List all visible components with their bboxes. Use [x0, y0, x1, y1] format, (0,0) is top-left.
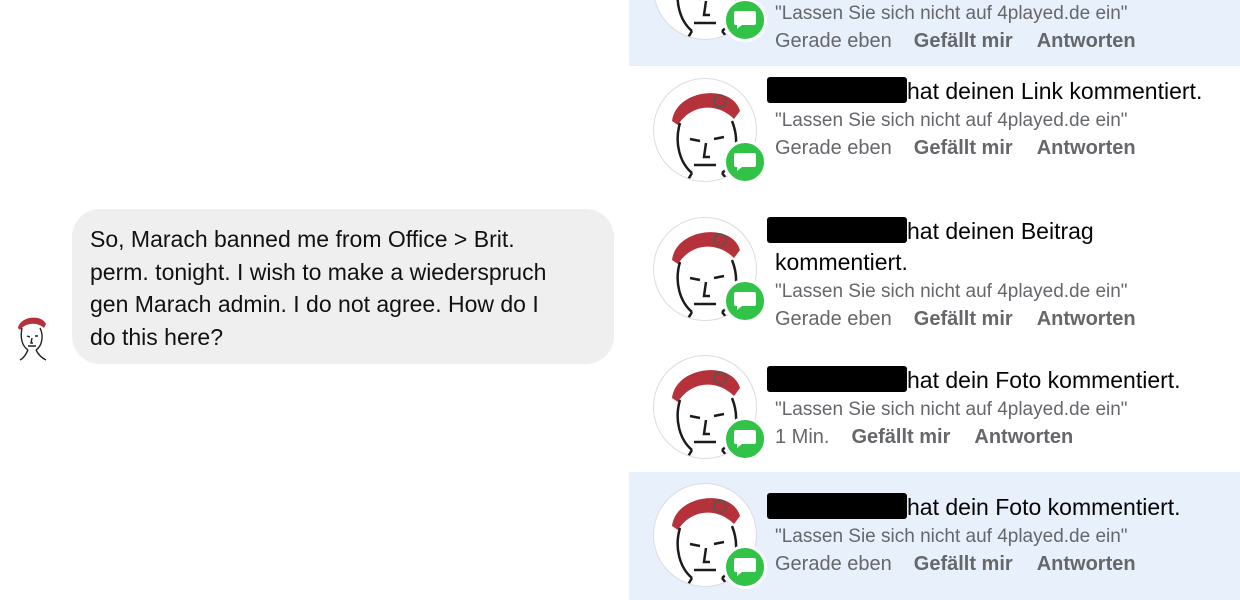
- comment-badge-icon: [723, 0, 767, 42]
- comment-quote: "Lassen Sie sich nicht auf 4played.de ei…: [775, 399, 1128, 420]
- like-button[interactable]: Gefällt mir: [914, 550, 1013, 578]
- notification-title: hat deinen Link kommentiert.: [767, 76, 1215, 107]
- avatar: [653, 483, 767, 589]
- comment-quote: "Lassen Sie sich nicht auf 4played.de ei…: [775, 281, 1128, 302]
- timestamp: Gerade eben: [775, 137, 892, 159]
- sketch-face-avatar-icon: [18, 317, 47, 361]
- redacted-name: [767, 366, 907, 392]
- comment-badge-icon: [723, 545, 767, 589]
- redacted-name: [767, 77, 907, 103]
- notification-item[interactable]: hat deinen Beitrag kommentiert. "Lassen …: [629, 206, 1240, 345]
- notification-item[interactable]: hat deinen Link kommentiert. "Lassen Sie…: [629, 66, 1240, 206]
- like-button[interactable]: Gefällt mir: [914, 305, 1013, 333]
- reply-button[interactable]: Antworten: [1037, 134, 1136, 162]
- notification-item[interactable]: "Lassen Sie sich nicht auf 4played.de ei…: [629, 0, 1240, 66]
- avatar: [653, 355, 767, 461]
- reply-button[interactable]: Antworten: [1037, 550, 1136, 578]
- comment-quote: "Lassen Sie sich nicht auf 4played.de ei…: [775, 110, 1128, 131]
- notification-title: hat dein Foto kommentiert.: [767, 365, 1215, 396]
- redacted-name: [767, 217, 907, 243]
- timestamp: 1 Min.: [775, 426, 830, 448]
- timestamp: Gerade eben: [775, 308, 892, 330]
- redacted-name: [767, 493, 907, 519]
- reply-button[interactable]: Antworten: [974, 423, 1073, 451]
- avatar: [653, 78, 767, 184]
- comment-quote: "Lassen Sie sich nicht auf 4played.de ei…: [775, 526, 1128, 547]
- notification-title: hat dein Foto kommentiert.: [767, 492, 1215, 523]
- notification-item[interactable]: hat dein Foto kommentiert. "Lassen Sie s…: [629, 345, 1240, 472]
- avatar: [653, 0, 767, 42]
- comment-badge-icon: [723, 279, 767, 323]
- notification-title: hat deinen Beitrag kommentiert.: [767, 216, 1215, 278]
- message-bubble: So, Marach banned me from Office > Brit.…: [72, 209, 614, 364]
- like-button[interactable]: Gefällt mir: [851, 423, 950, 451]
- comment-quote: "Lassen Sie sich nicht auf 4played.de ei…: [775, 3, 1128, 24]
- avatar: [653, 217, 767, 323]
- notification-list: "Lassen Sie sich nicht auf 4played.de ei…: [629, 0, 1240, 600]
- timestamp: Gerade eben: [775, 553, 892, 575]
- reply-button[interactable]: Antworten: [1037, 305, 1136, 333]
- comment-badge-icon: [723, 140, 767, 184]
- like-button[interactable]: Gefällt mir: [914, 27, 1013, 55]
- like-button[interactable]: Gefällt mir: [914, 134, 1013, 162]
- chat-avatar[interactable]: [14, 314, 50, 362]
- comment-badge-icon: [723, 417, 767, 461]
- reply-button[interactable]: Antworten: [1037, 27, 1136, 55]
- timestamp: Gerade eben: [775, 30, 892, 52]
- notification-item[interactable]: hat dein Foto kommentiert. "Lassen Sie s…: [629, 472, 1240, 600]
